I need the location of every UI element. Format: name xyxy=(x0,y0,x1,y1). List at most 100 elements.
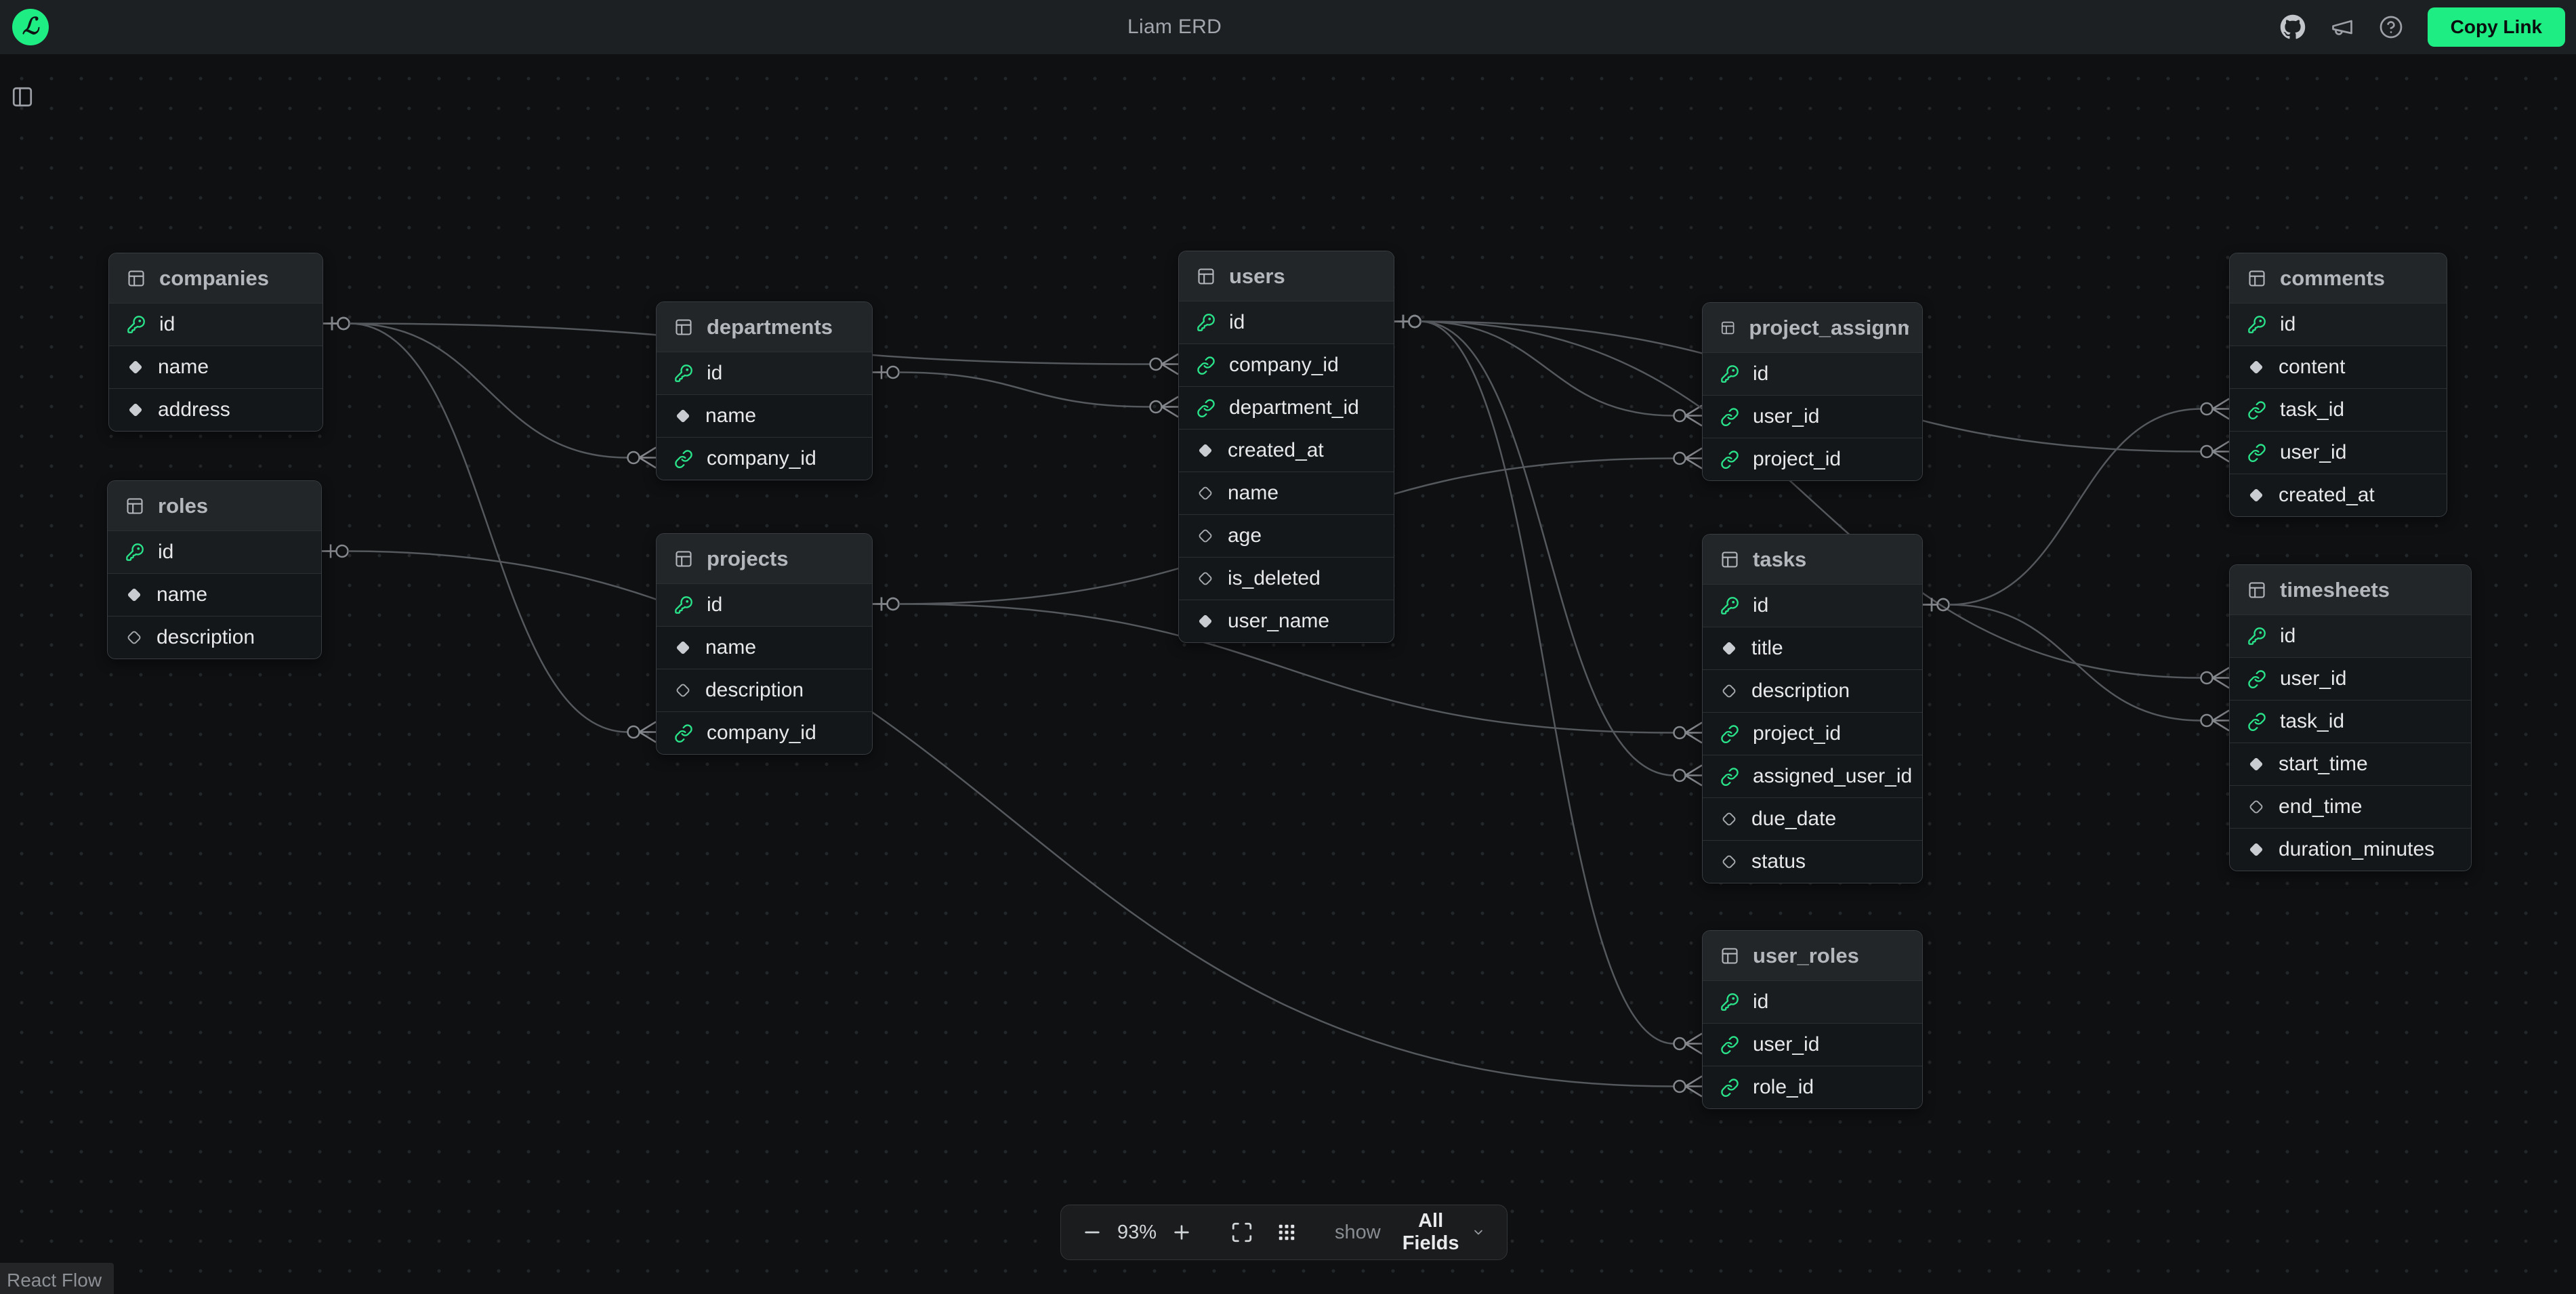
field-row-project_assignments-project_id[interactable]: project_id xyxy=(1703,438,1922,480)
field-row-tasks-status[interactable]: status xyxy=(1703,840,1922,883)
table-header[interactable]: project_assignme… xyxy=(1703,303,1922,352)
field-row-user_roles-id[interactable]: id xyxy=(1703,980,1922,1023)
foreign-key-icon xyxy=(674,449,693,468)
field-row-users-age[interactable]: age xyxy=(1179,514,1394,557)
field-row-users-company_id[interactable]: company_id xyxy=(1179,343,1394,386)
announcements-button[interactable] xyxy=(2330,15,2354,39)
erd-table-timesheets[interactable]: timesheets id user_idtask_idstart_timeend_… xyxy=(2229,564,2472,871)
field-row-users-is_deleted[interactable]: is_deleted xyxy=(1179,557,1394,600)
field-row-timesheets-id[interactable]: id xyxy=(2230,614,2471,657)
erd-table-departments[interactable]: departments id name company_id xyxy=(656,301,873,480)
nullable-diamond-icon xyxy=(2247,798,2265,816)
help-button[interactable] xyxy=(2379,15,2403,39)
liam-erd-app: companiesidnameaddressrolesidnamedescrip… xyxy=(0,0,2576,1294)
field-row-roles-description[interactable]: description xyxy=(108,616,321,659)
erd-table-companies[interactable]: companiesidname address xyxy=(108,253,323,432)
table-header[interactable]: comments xyxy=(2230,253,2447,303)
table-header[interactable]: tasks xyxy=(1703,535,1922,584)
field-name: id xyxy=(707,362,722,385)
field-row-timesheets-task_id[interactable]: task_id xyxy=(2230,700,2471,743)
table-header[interactable]: timesheets xyxy=(2230,565,2471,614)
field-row-comments-task_id[interactable]: task_id xyxy=(2230,388,2447,431)
field-row-companies-id[interactable]: id xyxy=(109,303,323,346)
table-header[interactable]: projects xyxy=(657,534,872,583)
foreign-key-icon xyxy=(674,724,693,743)
filled-diamond-icon xyxy=(2247,841,2265,858)
field-name: description xyxy=(157,626,255,649)
field-row-users-id[interactable]: id xyxy=(1179,301,1394,343)
field-row-companies-name[interactable]: name xyxy=(109,346,323,388)
field-row-project_assignments-id[interactable]: id xyxy=(1703,352,1922,395)
field-row-projects-description[interactable]: description xyxy=(657,669,872,711)
liam-logo[interactable]: ℒ xyxy=(12,9,49,45)
field-row-timesheets-start_time[interactable]: start_time xyxy=(2230,743,2471,785)
field-row-tasks-id[interactable]: id xyxy=(1703,584,1922,627)
table-header[interactable]: departments xyxy=(657,302,872,352)
field-row-tasks-project_id[interactable]: project_id xyxy=(1703,712,1922,755)
field-row-timesheets-duration_minutes[interactable]: duration_minutes xyxy=(2230,828,2471,871)
github-button[interactable] xyxy=(2280,14,2306,40)
field-row-tasks-title[interactable]: title xyxy=(1703,627,1922,669)
field-name: address xyxy=(158,398,230,421)
field-row-users-user_name[interactable]: user_name xyxy=(1179,600,1394,642)
foreign-key-icon xyxy=(1720,724,1739,743)
erd-canvas[interactable] xyxy=(0,54,2576,1294)
field-row-comments-created_at[interactable]: created_at xyxy=(2230,474,2447,516)
erd-table-roles[interactable]: rolesidname description xyxy=(107,480,322,659)
field-row-comments-content[interactable]: content xyxy=(2230,346,2447,388)
field-name: company_id xyxy=(707,722,816,745)
erd-table-projects[interactable]: projects id name description company_id xyxy=(656,533,873,755)
field-row-tasks-description[interactable]: description xyxy=(1703,669,1922,712)
field-row-departments-name[interactable]: name xyxy=(657,394,872,437)
copy-link-button[interactable]: Copy Link xyxy=(2428,7,2565,47)
sidebar-toggle-button[interactable] xyxy=(11,85,34,110)
fit-view-button[interactable] xyxy=(1230,1221,1253,1244)
field-name: id xyxy=(707,593,722,617)
zoom-in-button[interactable] xyxy=(1171,1222,1192,1243)
field-row-users-name[interactable]: name xyxy=(1179,472,1394,514)
field-row-project_assignments-user_id[interactable]: user_id xyxy=(1703,395,1922,438)
show-fields-select[interactable]: All Fields xyxy=(1396,1209,1489,1255)
table-header[interactable]: roles xyxy=(108,481,321,530)
erd-table-comments[interactable]: comments id contenttask_iduser_idcreated_a… xyxy=(2229,253,2447,517)
field-row-users-department_id[interactable]: department_id xyxy=(1179,386,1394,429)
field-row-user_roles-role_id[interactable]: role_id xyxy=(1703,1066,1922,1108)
field-row-projects-id[interactable]: id xyxy=(657,583,872,626)
field-row-departments-company_id[interactable]: company_id xyxy=(657,437,872,480)
field-row-timesheets-user_id[interactable]: user_id xyxy=(2230,657,2471,700)
table-name: users xyxy=(1229,264,1285,289)
field-row-projects-name[interactable]: name xyxy=(657,626,872,669)
field-row-tasks-assigned_user_id[interactable]: assigned_user_id xyxy=(1703,755,1922,797)
field-row-departments-id[interactable]: id xyxy=(657,352,872,394)
field-row-comments-user_id[interactable]: user_id xyxy=(2230,431,2447,474)
erd-table-users[interactable]: users id company_iddepartment_idcreated_at… xyxy=(1178,251,1394,643)
field-row-tasks-due_date[interactable]: due_date xyxy=(1703,797,1922,840)
table-header[interactable]: users xyxy=(1179,251,1394,301)
field-row-roles-id[interactable]: id xyxy=(108,530,321,573)
field-name: name xyxy=(705,404,756,427)
field-name: name xyxy=(705,636,756,659)
field-name: id xyxy=(2280,313,2295,336)
field-row-comments-id[interactable]: id xyxy=(2230,303,2447,346)
tidy-up-button[interactable] xyxy=(1276,1222,1297,1243)
field-row-user_roles-user_id[interactable]: user_id xyxy=(1703,1023,1922,1066)
zoom-out-button[interactable] xyxy=(1081,1222,1103,1243)
table-header[interactable]: user_roles xyxy=(1703,931,1922,980)
erd-table-tasks[interactable]: tasksidtitledescriptionproject_idassigne… xyxy=(1702,534,1923,883)
field-row-users-created_at[interactable]: created_at xyxy=(1179,429,1394,472)
erd-table-user_roles[interactable]: user_rolesiduser_idrole_id xyxy=(1702,930,1923,1109)
panel-left-icon xyxy=(11,85,34,108)
field-name: id xyxy=(2280,625,2295,648)
erd-table-project_assignments[interactable]: project_assignme…iduser_idproject_id xyxy=(1702,302,1923,481)
filled-diamond-icon xyxy=(1720,640,1738,657)
field-row-projects-company_id[interactable]: company_id xyxy=(657,711,872,754)
field-name: id xyxy=(1229,311,1245,334)
field-row-timesheets-end_time[interactable]: end_time xyxy=(2230,785,2471,828)
foreign-key-icon xyxy=(2247,669,2266,688)
react-flow-attribution[interactable]: React Flow xyxy=(0,1263,114,1294)
filled-diamond-icon xyxy=(127,401,144,419)
table-icon xyxy=(1197,267,1216,286)
field-row-roles-name[interactable]: name xyxy=(108,573,321,616)
field-row-companies-address[interactable]: address xyxy=(109,388,323,431)
table-header[interactable]: companies xyxy=(109,253,323,303)
